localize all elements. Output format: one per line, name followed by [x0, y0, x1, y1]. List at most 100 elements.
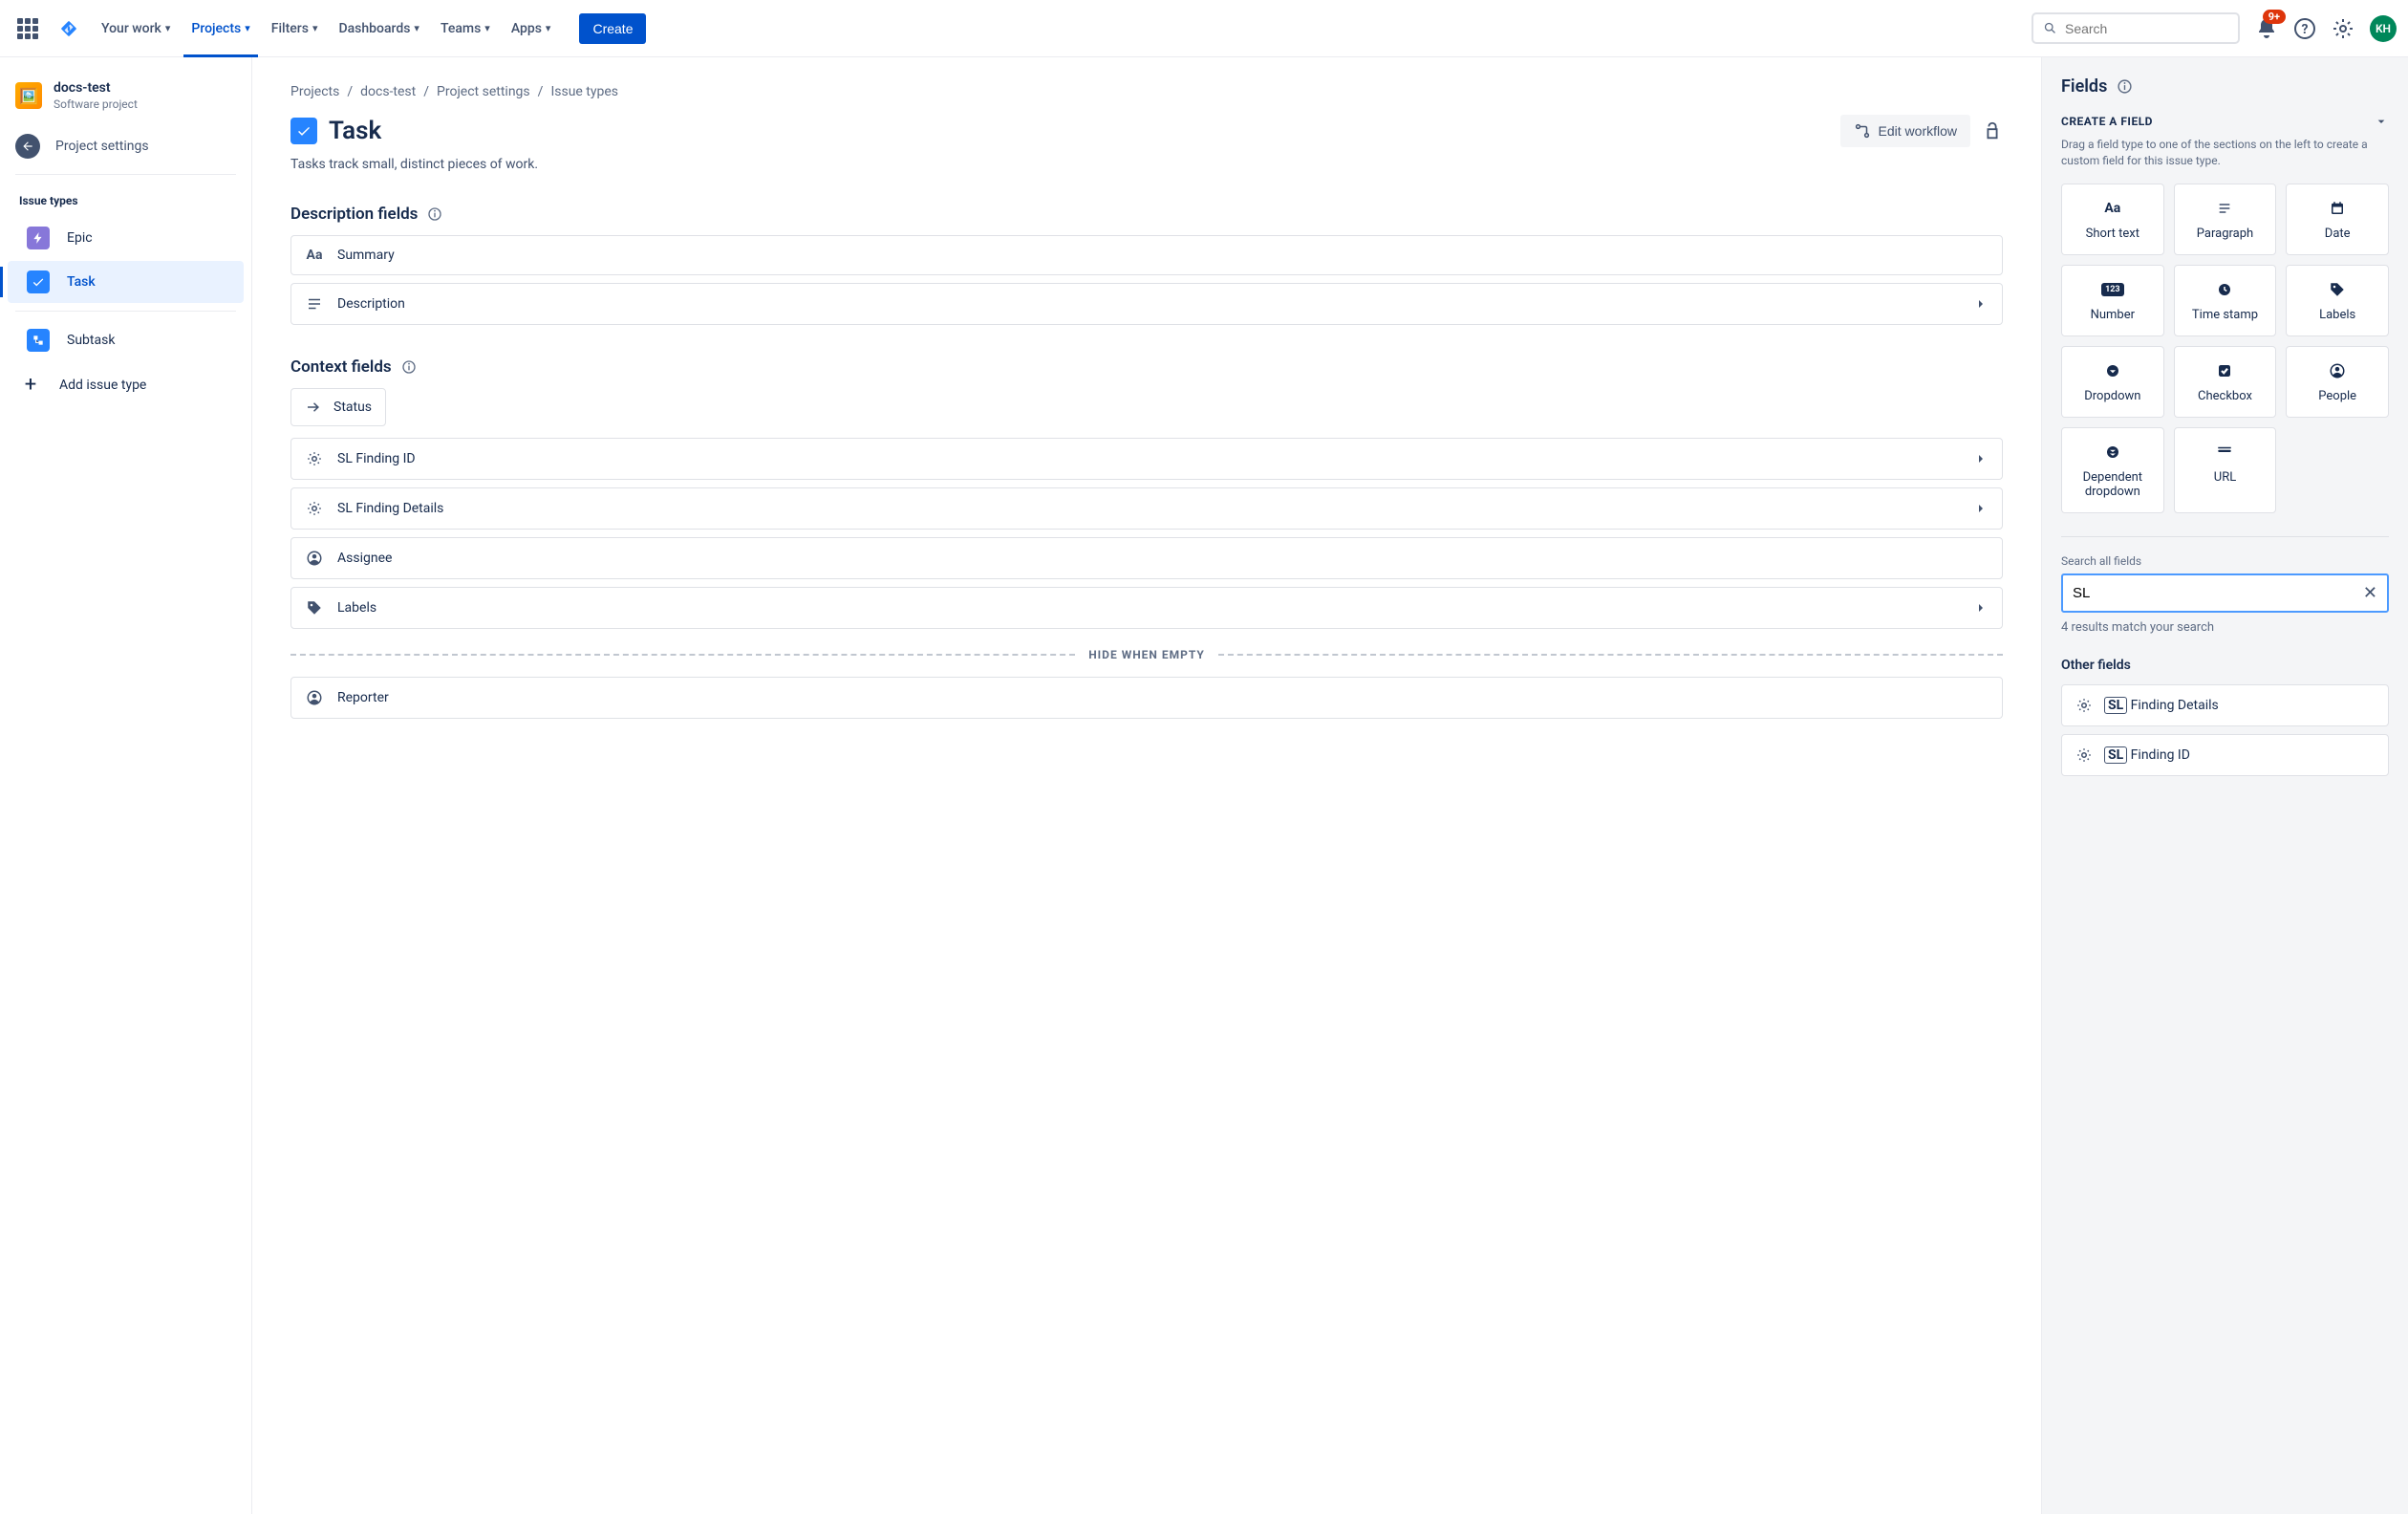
create-field-toggle[interactable]: CREATE A FIELD: [2061, 114, 2389, 129]
text-icon: Aa: [2068, 198, 2158, 219]
arrow-right-icon: [305, 399, 322, 416]
user-avatar[interactable]: KH: [2370, 15, 2397, 42]
fieldtype-short-text[interactable]: AaShort text: [2061, 184, 2164, 255]
task-icon: [290, 118, 317, 144]
field-label: Assignee: [337, 551, 1989, 566]
sidebar-item-epic[interactable]: Epic: [8, 217, 244, 259]
dependent-dropdown-icon: [2068, 442, 2158, 463]
info-icon[interactable]: [401, 359, 417, 375]
section-title-description: Description fields: [290, 205, 418, 224]
person-icon: [305, 689, 324, 706]
chevron-down-icon: ▾: [414, 22, 419, 34]
primary-nav: Your work▾ Projects▾ Filters▾ Dashboards…: [94, 13, 646, 44]
field-summary[interactable]: Aa Summary: [290, 235, 2003, 275]
chevron-right-icon: [1973, 296, 1989, 312]
add-issue-type-label: Add issue type: [59, 378, 146, 393]
text-icon: Aa: [305, 248, 324, 263]
status-field[interactable]: Status: [290, 388, 386, 426]
sidebar-item-label: Epic: [67, 230, 93, 246]
info-icon[interactable]: [427, 206, 442, 222]
project-header[interactable]: 🖼️ docs-test Software project: [0, 73, 251, 126]
field-labels[interactable]: Labels: [290, 587, 2003, 629]
breadcrumb: Projects/ docs-test/ Project settings/ I…: [290, 84, 2003, 99]
breadcrumb-project[interactable]: docs-test: [360, 84, 416, 99]
search-fields-input[interactable]: [2073, 585, 2363, 601]
create-button[interactable]: Create: [579, 13, 646, 44]
project-avatar-icon: 🖼️: [15, 82, 42, 109]
field-label: SL Finding ID: [337, 451, 1960, 466]
search-all-fields-label: Search all fields: [2061, 554, 2389, 568]
panel-title: Fields: [2061, 76, 2107, 97]
settings-button[interactable]: [2332, 17, 2354, 40]
search-input[interactable]: [2065, 21, 2228, 36]
fieldtype-people[interactable]: People: [2286, 346, 2389, 418]
fieldtype-paragraph[interactable]: Paragraph: [2174, 184, 2277, 255]
section-title-context: Context fields: [290, 357, 392, 377]
fieldtype-dependent-dropdown[interactable]: Dependent dropdown: [2061, 427, 2164, 513]
info-icon[interactable]: [2117, 78, 2133, 95]
edit-workflow-button[interactable]: Edit workflow: [1840, 115, 1970, 147]
search-all-fields[interactable]: ✕: [2061, 573, 2389, 613]
field-sl-finding-id[interactable]: SL Finding ID: [290, 438, 2003, 480]
clock-icon: [2181, 279, 2270, 300]
chevron-right-icon: [1973, 600, 1989, 616]
field-label: Reporter: [337, 690, 1989, 705]
help-button[interactable]: ?: [2293, 17, 2316, 40]
sidebar-item-task[interactable]: Task: [8, 261, 244, 303]
field-label: Labels: [337, 600, 1960, 616]
nav-your-work[interactable]: Your work▾: [94, 13, 178, 44]
chevron-down-icon: ▾: [165, 22, 171, 34]
task-icon: [27, 270, 50, 293]
nav-dashboards[interactable]: Dashboards▾: [331, 13, 426, 44]
nav-projects[interactable]: Projects▾: [183, 13, 257, 44]
link-icon: [2181, 442, 2270, 463]
nav-filters[interactable]: Filters▾: [264, 13, 326, 44]
field-sl-finding-details[interactable]: SL Finding Details: [290, 487, 2003, 530]
dropdown-icon: [2068, 360, 2158, 381]
field-assignee[interactable]: Assignee: [290, 537, 2003, 579]
sidebar-item-subtask[interactable]: Subtask: [8, 319, 244, 361]
result-label: SL Finding ID: [2104, 747, 2190, 763]
chevron-down-icon: ▾: [484, 22, 490, 34]
svg-text:?: ?: [2302, 22, 2309, 37]
nav-apps[interactable]: Apps▾: [504, 13, 559, 44]
breadcrumb-issuetypes[interactable]: Issue types: [550, 84, 618, 99]
fieldtype-url[interactable]: URL: [2174, 427, 2277, 513]
notifications-button[interactable]: 9+: [2255, 17, 2278, 40]
breadcrumb-settings[interactable]: Project settings: [437, 84, 530, 99]
chevron-down-icon: ▾: [245, 22, 250, 34]
fieldtype-number[interactable]: 123Number: [2061, 265, 2164, 336]
gear-icon: [305, 450, 324, 467]
clear-icon[interactable]: ✕: [2363, 583, 2377, 603]
person-icon: [305, 550, 324, 567]
lock-icon[interactable]: [1982, 120, 2003, 141]
result-label: SL Finding Details: [2104, 698, 2219, 713]
person-icon: [2292, 360, 2382, 381]
global-search[interactable]: [2032, 12, 2240, 44]
field-reporter[interactable]: Reporter: [290, 677, 2003, 719]
create-field-help: Drag a field type to one of the sections…: [2061, 137, 2389, 170]
field-description[interactable]: Description: [290, 283, 2003, 325]
fieldtype-date[interactable]: Date: [2286, 184, 2389, 255]
checkbox-icon: [2181, 360, 2270, 381]
fieldtype-labels[interactable]: Labels: [2286, 265, 2389, 336]
add-issue-type-button[interactable]: + Add issue type: [0, 363, 251, 406]
result-sl-finding-details[interactable]: SL Finding Details: [2061, 684, 2389, 726]
field-label: Summary: [337, 248, 1989, 263]
fieldtype-dropdown[interactable]: Dropdown: [2061, 346, 2164, 418]
search-results-count: 4 results match your search: [2061, 620, 2389, 635]
project-name: docs-test: [54, 80, 138, 96]
jira-logo-icon[interactable]: [57, 17, 80, 40]
main-content: Projects/ docs-test/ Project settings/ I…: [252, 57, 2041, 1514]
fieldtype-timestamp[interactable]: Time stamp: [2174, 265, 2277, 336]
page-description: Tasks track small, distinct pieces of wo…: [290, 157, 2003, 172]
back-to-project-settings[interactable]: Project settings: [0, 126, 251, 166]
breadcrumb-projects[interactable]: Projects: [290, 84, 339, 99]
app-switcher-icon[interactable]: [11, 12, 44, 45]
nav-teams[interactable]: Teams▾: [433, 13, 498, 44]
paragraph-icon: [305, 295, 324, 313]
page-title: Task: [329, 117, 381, 145]
result-sl-finding-id[interactable]: SL Finding ID: [2061, 734, 2389, 776]
paragraph-icon: [2181, 198, 2270, 219]
fieldtype-checkbox[interactable]: Checkbox: [2174, 346, 2277, 418]
